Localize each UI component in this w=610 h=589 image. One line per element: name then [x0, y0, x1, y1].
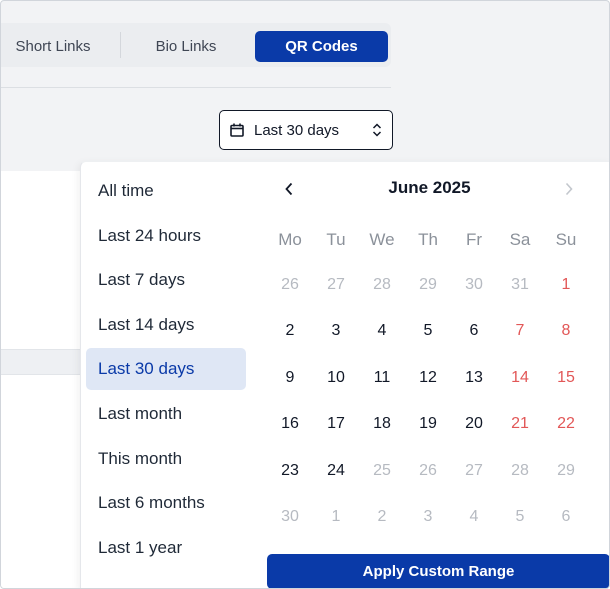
calendar-day[interactable]: 20 — [451, 407, 497, 441]
calendar-day: 31 — [511, 276, 529, 293]
weekday-mo: Mo — [278, 230, 302, 249]
calendar-icon — [230, 123, 244, 137]
calendar-day: 1 — [331, 508, 341, 525]
calendar-day: 5 — [515, 508, 525, 525]
preset-last-14-days[interactable]: Last 14 days — [86, 304, 246, 346]
calendar-day[interactable]: 22 — [543, 407, 589, 441]
calendar-day[interactable]: 18 — [359, 407, 405, 441]
calendar-day: 28 — [373, 276, 391, 293]
calendar-day[interactable]: 11 — [359, 361, 405, 395]
tab-qr-codes[interactable]: QR Codes — [255, 31, 388, 62]
preset-all-time[interactable]: All time — [86, 170, 246, 212]
calendar-day[interactable]: 4 — [359, 314, 405, 348]
calendar-day[interactable]: 1 — [543, 268, 589, 302]
calendar-day: 4 — [469, 508, 479, 525]
calendar-day[interactable]: 6 — [451, 314, 497, 348]
date-range-value: Last 30 days — [254, 121, 340, 139]
calendar-day[interactable]: 24 — [313, 454, 359, 488]
calendar-day[interactable]: 12 — [405, 361, 451, 395]
weekday-fr: Fr — [465, 230, 483, 249]
calendar-day[interactable]: 23 — [267, 454, 313, 488]
background-content-card — [1, 171, 81, 588]
link-type-tabs: Short Links Bio Links QR Codes — [1, 23, 391, 67]
weekday-th: Th — [418, 230, 438, 249]
calendar-day[interactable]: 14 — [497, 361, 543, 395]
chevron-right-icon[interactable] — [557, 177, 581, 201]
chevron-up-down-icon — [372, 122, 382, 138]
calendar-day: 30 — [465, 276, 483, 293]
calendar-day: 30 — [281, 508, 299, 525]
calendar-day[interactable]: 15 — [543, 361, 589, 395]
calendar-day: 27 — [327, 276, 345, 293]
calendar-day: 27 — [465, 461, 483, 479]
tab-bio-links[interactable]: Bio Links — [121, 31, 251, 62]
preset-last-24-hours[interactable]: Last 24 hours — [86, 215, 246, 257]
calendar-day: 28 — [511, 461, 529, 479]
preset-last-month[interactable]: Last month — [86, 393, 246, 435]
calendar-header: June 2025 — [267, 174, 609, 204]
app-window: Short Links Bio Links QR Codes Last 30 d… — [0, 0, 610, 589]
month-label: June 2025 — [388, 178, 471, 197]
preset-last-6-months[interactable]: Last 6 months — [86, 482, 246, 524]
weekday-su: Su — [555, 230, 577, 249]
calendar-day: 2 — [377, 508, 387, 525]
calendar-day[interactable]: 16 — [267, 407, 313, 441]
calendar-day: 6 — [561, 508, 571, 525]
calendar-day[interactable]: 13 — [451, 361, 497, 395]
calendar-day[interactable]: 8 — [543, 314, 589, 348]
calendar-day[interactable]: 5 — [405, 314, 451, 348]
calendar-day[interactable]: 7 — [497, 314, 543, 348]
calendar-day[interactable]: 9 — [267, 361, 313, 395]
calendar-day[interactable]: 3 — [313, 314, 359, 348]
calendar-day[interactable]: 2 — [267, 314, 313, 348]
weekday-we: We — [369, 230, 395, 249]
date-range-dropdown: All time Last 24 hours Last 7 days Last … — [80, 161, 609, 588]
calendar-day: 26 — [419, 461, 437, 479]
background-table-row — [1, 349, 81, 375]
calendar-day[interactable]: 21 — [497, 407, 543, 441]
tab-short-links[interactable]: Short Links — [1, 31, 105, 62]
preset-range-list: All time Last 24 hours Last 7 days Last … — [86, 170, 246, 571]
preset-last-30-days[interactable]: Last 30 days — [86, 348, 246, 391]
preset-last-1-year[interactable]: Last 1 year — [86, 527, 246, 569]
preset-this-month[interactable]: This month — [86, 438, 246, 480]
divider — [1, 87, 391, 88]
apply-custom-range-button[interactable]: Apply Custom Range — [267, 554, 609, 588]
calendar-day: 26 — [281, 276, 299, 293]
calendar-day: 29 — [419, 276, 437, 293]
calendar-day: 29 — [557, 461, 575, 479]
calendar-day: 3 — [423, 508, 433, 525]
calendar-day[interactable]: 17 — [313, 407, 359, 441]
calendar-day: 25 — [373, 461, 391, 479]
weekday-tu: Tu — [326, 230, 346, 249]
weekday-sa: Sa — [509, 230, 531, 249]
date-range-trigger[interactable]: Last 30 days — [219, 110, 393, 150]
preset-last-7-days[interactable]: Last 7 days — [86, 259, 246, 301]
calendar-day[interactable]: 10 — [313, 361, 359, 395]
calendar-day[interactable]: 19 — [405, 407, 451, 441]
